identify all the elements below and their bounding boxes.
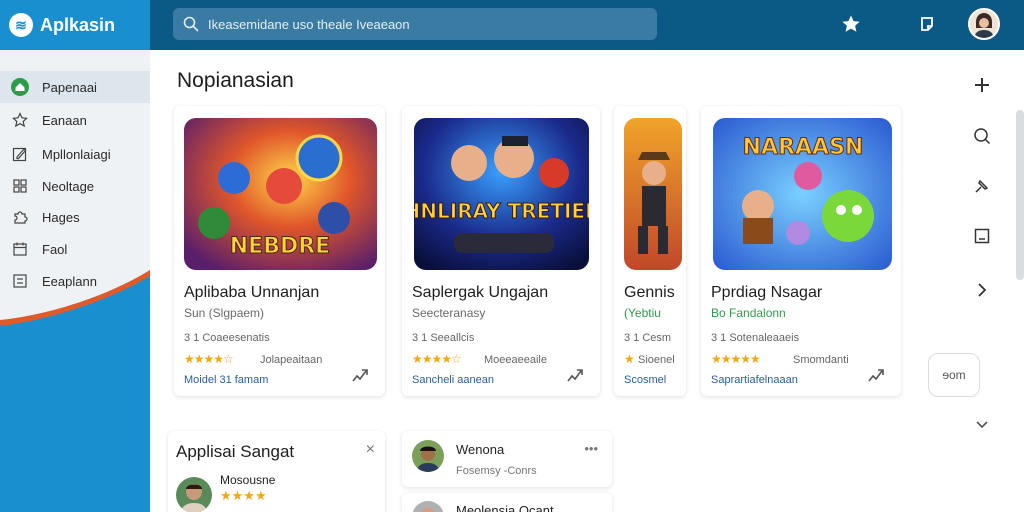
rating-text: Moeeaeeaile (484, 354, 547, 366)
sidebar-item-label: Neoltage (42, 178, 95, 194)
more-options-icon[interactable]: ••• (584, 441, 598, 456)
scrollbar[interactable] (1016, 110, 1024, 280)
app-title: Gennis (624, 284, 675, 301)
sidebar-item-label: Papenaai (42, 79, 97, 95)
app-subtitle: Bo Fandalonn (711, 306, 786, 320)
commenter-subtitle: Fosemsy -Conrs (456, 465, 537, 477)
star-icon[interactable] (838, 11, 864, 37)
app-subtitle: (Yebtiu (624, 306, 661, 320)
search-bar[interactable]: Ikeasemidane uso theale Iveaeaon (173, 8, 657, 40)
share-icon[interactable] (349, 364, 371, 386)
app-meta: 3 1 Coaeesenatis (184, 332, 270, 344)
brand[interactable]: ≋ Aplkasin (0, 0, 150, 50)
sidebar-item-eeaplann[interactable]: Eeaplann (0, 265, 150, 297)
rating-stars: ★★★★☆ (184, 352, 234, 366)
sidebar-item-faol[interactable]: Faol (0, 233, 150, 265)
share-icon[interactable] (914, 11, 940, 37)
share-icon[interactable] (564, 364, 586, 386)
search-icon (183, 16, 199, 32)
app-subtitle: Sun (Slgpaem) (184, 306, 265, 320)
sidebar-item-label: Eeaplann (42, 273, 97, 289)
home-icon (10, 77, 30, 97)
app-card[interactable]: NARAASN Pprdiag Nsagar Bo Fandalonn 3 1 … (701, 106, 901, 396)
more-button[interactable]: ɘom (928, 353, 980, 397)
rating-text: Sioenel (638, 354, 675, 366)
search-input[interactable]: Ikeasemidane uso theale Iveaeaon (208, 17, 410, 32)
list-icon (10, 271, 30, 291)
sidebar-item-eanaan[interactable]: Eanaan (0, 104, 150, 136)
rating-stars: ★★★★★ (711, 352, 761, 366)
sidebar-wave-decoration (0, 270, 150, 512)
sidebar-item-label: Faol (42, 241, 68, 257)
sidebar-item-hages[interactable]: Hages (0, 201, 150, 233)
app-link[interactable]: Scosmel (624, 374, 666, 386)
chevron-right-icon[interactable] (968, 276, 996, 304)
rating-stars: ★ (624, 352, 635, 366)
share-icon[interactable] (865, 364, 887, 386)
app-card[interactable]: SHNLIRAY TRETIERS Saplergak Ungajan Seec… (402, 106, 600, 396)
rating-text: Smomdanti (793, 354, 849, 366)
reviewer-name: Mosousne (220, 473, 276, 487)
grid-icon (10, 176, 30, 196)
rating-text: Jolapeaitaan (260, 354, 323, 366)
section-title: Nopianasian (177, 69, 294, 92)
add-icon[interactable] (968, 71, 996, 99)
app-meta: 3 1 Sotenaleaaeis (711, 332, 800, 344)
app-card[interactable]: Gennis (Yebtiu 3 1 Cesm ★ Sioenel Scosme… (614, 106, 686, 396)
app-title: Pprdiag Nsagar (711, 284, 823, 301)
app-artwork (624, 118, 682, 270)
app-name: Aplkasin (40, 14, 116, 35)
reviews-panel: Applisai Sangat × Mosousne ★★★★ (168, 431, 385, 512)
app-link[interactable]: Sancheli aanean (412, 374, 494, 386)
rating-stars: ★★★★☆ (412, 352, 462, 366)
app-artwork: NEBDRE (184, 118, 377, 270)
app-artwork: SHNLIRAY TRETIERS (414, 118, 589, 270)
sidebar-item-label: Eanaan (42, 112, 87, 128)
sidebar-item-neoltage[interactable]: Neoltage (0, 170, 150, 202)
calendar-icon (10, 239, 30, 259)
app-link[interactable]: Moidel 31 famam (184, 374, 268, 386)
reviewer-avatar (176, 477, 212, 512)
app-card[interactable]: NEBDRE Aplibaba Unnanjan Sun (Slgpaem) 3… (174, 106, 385, 396)
edit-icon (10, 144, 30, 164)
app-title: Aplibaba Unnanjan (184, 284, 320, 301)
pin-icon[interactable] (968, 172, 996, 200)
commenter-name: Meolensia Ocant (456, 503, 554, 512)
commenter-avatar (412, 501, 444, 512)
app-link[interactable]: Saprartiafelnaaan (711, 374, 798, 386)
artwork-text: NEBDRE (230, 234, 330, 259)
puzzle-icon (10, 207, 30, 227)
zoom-search-icon[interactable] (968, 122, 996, 150)
app-artwork: NARAASN (713, 118, 892, 270)
panel-title: Applisai Sangat (176, 442, 295, 461)
artwork-text: SHNLIRAY TRETIERS (414, 199, 589, 223)
comment-card[interactable]: Meolensia Ocant (402, 493, 612, 512)
artwork-text: NARAASN (743, 135, 864, 160)
comment-card[interactable]: Wenona Fosemsy -Conrs ••• (402, 431, 612, 487)
reviewer-stars: ★★★★ (220, 488, 267, 503)
sidebar-item-label: Mpllonlaiagi (42, 146, 111, 162)
sidebar-item-mpllonlaiagi[interactable]: Mpllonlaiagi (0, 138, 150, 170)
star-outline-icon (10, 110, 30, 130)
user-avatar[interactable] (968, 8, 1000, 40)
commenter-avatar (412, 440, 444, 472)
app-subtitle: Seecteranasy (412, 306, 486, 320)
commenter-name: Wenona (456, 442, 505, 457)
bookmark-icon[interactable] (968, 222, 996, 250)
app-meta: 3 1 Seeallcis (412, 332, 475, 344)
sidebar-item-label: Hages (42, 209, 80, 225)
chevron-down-icon[interactable] (968, 411, 996, 439)
app-title: Saplergak Ungajan (412, 284, 549, 301)
close-icon[interactable]: × (366, 441, 375, 459)
sidebar-item-papenaai[interactable]: Papenaai (0, 71, 150, 103)
app-logo-icon: ≋ (9, 13, 33, 37)
app-meta: 3 1 Cesm (624, 332, 672, 344)
